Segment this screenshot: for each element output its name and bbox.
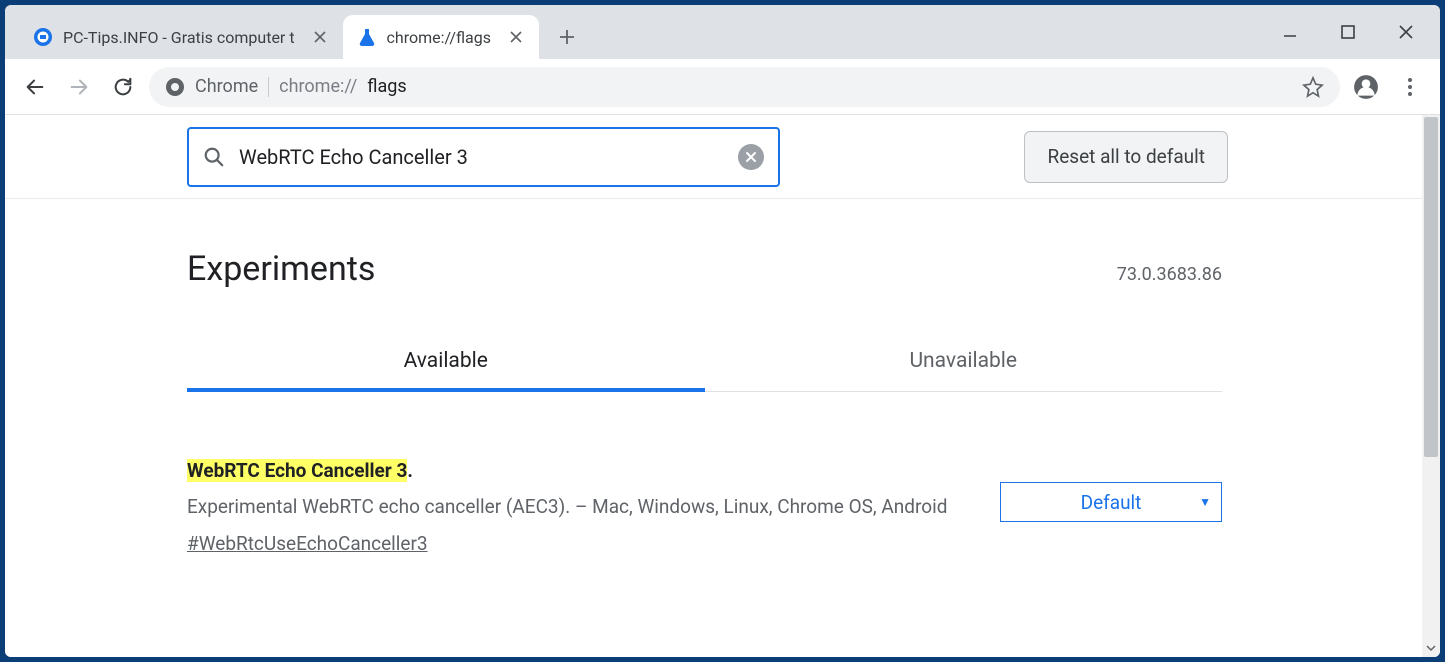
browser-window: PC-Tips.INFO - Gratis computer t chrome:… (5, 5, 1440, 657)
tab-strip: PC-Tips.INFO - Gratis computer t chrome:… (5, 5, 1440, 59)
kebab-menu-icon[interactable] (1392, 69, 1428, 105)
url-scheme: chrome:// (279, 76, 357, 97)
tab-available-label: Available (404, 349, 488, 373)
new-tab-button[interactable] (549, 19, 585, 55)
url-path: flags (367, 76, 406, 97)
profile-button[interactable] (1348, 69, 1384, 105)
window-controls (1280, 5, 1434, 59)
flag-select[interactable]: Default ▼ (1000, 482, 1222, 522)
tab-active[interactable]: chrome://flags (343, 15, 539, 59)
close-window-icon[interactable] (1396, 22, 1416, 42)
flag-select-value: Default (1081, 491, 1142, 514)
reload-button[interactable] (105, 69, 141, 105)
tab-unavailable[interactable]: Unavailable (705, 349, 1223, 391)
flag-text: WebRTC Echo Canceller 3. Experimental We… (187, 456, 960, 559)
browser-toolbar: Chrome chrome:// flags (5, 59, 1440, 115)
version-label: 73.0.3683.86 (1117, 264, 1222, 285)
favicon-pctips (33, 27, 53, 47)
tab-active-title: chrome://flags (387, 28, 491, 47)
tab-inactive[interactable]: PC-Tips.INFO - Gratis computer t (19, 15, 343, 59)
page-title: Experiments (187, 249, 375, 289)
chrome-icon (165, 77, 185, 97)
close-tab-icon[interactable] (311, 28, 329, 46)
scrollbar[interactable] (1422, 115, 1440, 657)
flags-page: Reset all to default Experiments 73.0.36… (5, 115, 1422, 657)
tabs-bar: Available Unavailable (187, 349, 1222, 392)
clear-search-icon[interactable] (738, 144, 764, 170)
minimize-icon[interactable] (1280, 22, 1300, 42)
tab-inactive-title: PC-Tips.INFO - Gratis computer t (63, 28, 295, 47)
forward-button[interactable] (61, 69, 97, 105)
flag-title-tail: . (407, 459, 413, 482)
omnibox-label: Chrome (195, 76, 258, 97)
flag-description: Experimental WebRTC echo canceller (AEC3… (187, 492, 960, 522)
flask-icon (357, 27, 377, 47)
heading-row: Experiments 73.0.3683.86 (187, 249, 1222, 289)
flag-title: WebRTC Echo Canceller 3. (187, 456, 960, 486)
close-tab-icon[interactable] (507, 28, 525, 46)
search-input[interactable] (239, 145, 724, 169)
tab-available[interactable]: Available (187, 349, 705, 391)
tab-unavailable-label: Unavailable (909, 349, 1017, 373)
page-viewport: Reset all to default Experiments 73.0.36… (5, 115, 1440, 657)
flag-hash-link[interactable]: #WebRtcUseEchoCanceller3 (187, 529, 428, 559)
search-box[interactable] (187, 127, 780, 187)
flag-title-highlight: WebRTC Echo Canceller 3 (187, 459, 407, 482)
address-bar[interactable]: Chrome chrome:// flags (149, 67, 1340, 107)
scroll-down-icon[interactable] (1422, 639, 1440, 657)
scroll-thumb[interactable] (1424, 117, 1438, 457)
search-row: Reset all to default (5, 115, 1422, 199)
maximize-icon[interactable] (1338, 22, 1358, 42)
back-button[interactable] (17, 69, 53, 105)
reset-all-label: Reset all to default (1047, 145, 1205, 168)
search-icon (203, 146, 225, 168)
bookmark-star-icon[interactable] (1302, 76, 1324, 98)
omnibox-divider (268, 77, 269, 97)
flags-inner: Experiments 73.0.3683.86 Available Unava… (5, 199, 1422, 559)
reset-all-button[interactable]: Reset all to default (1024, 131, 1228, 183)
flag-row: WebRTC Echo Canceller 3. Experimental We… (187, 456, 1222, 559)
chevron-down-icon: ▼ (1199, 495, 1211, 509)
